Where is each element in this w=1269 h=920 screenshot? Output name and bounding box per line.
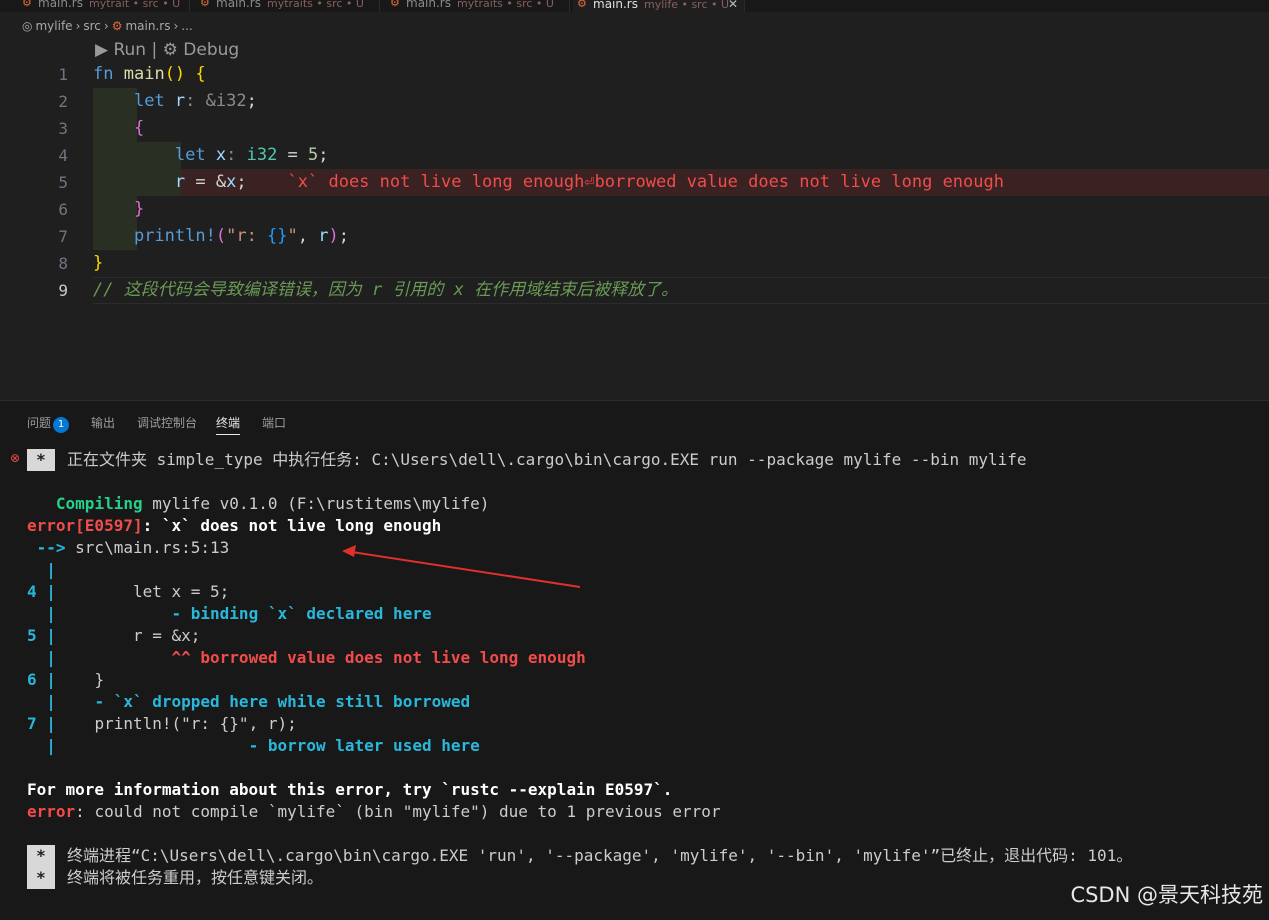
- tab-problems[interactable]: 问题 1: [27, 415, 70, 433]
- code-line[interactable]: {: [93, 115, 144, 142]
- code-line[interactable]: r = &x; `x` does not live long enough⏎bo…: [93, 169, 1004, 196]
- terminal-source-line: 4 | let x = 5;: [27, 582, 230, 601]
- code-line[interactable]: let r: &i32;: [93, 88, 257, 115]
- line-number: 6: [58, 200, 68, 219]
- line-number: 4: [58, 146, 68, 165]
- editor-tab[interactable]: ⚙ main.rs mytraits • src • U: [386, 0, 570, 12]
- breadcrumb-item[interactable]: ...: [181, 19, 192, 33]
- run-codelens[interactable]: Run: [113, 40, 146, 60]
- terminal-reuse-line: * 终端将被任务重用，按任意键关闭。: [27, 867, 323, 889]
- breadcrumb-item[interactable]: main.rs: [125, 19, 170, 33]
- code-line[interactable]: fn main() {: [93, 61, 206, 88]
- terminal-source-line: 5 | r = &x;: [27, 626, 201, 645]
- terminal-source-line: 6 | }: [27, 670, 105, 689]
- terminal-location-line: --> src\main.rs:5:13: [27, 538, 230, 557]
- terminal-note-line: | - borrow later used here: [27, 736, 480, 755]
- editor-tab[interactable]: ⚙ main.rs mytrait • src • U: [18, 0, 190, 12]
- terminal-source-line: 7 | println!("r: {}", r);: [27, 714, 297, 733]
- editor-tab-strip: ⚙ main.rs mytrait • src • U ⚙ main.rs mytrai…: [0, 0, 1269, 12]
- terminal-compiling-line: Compiling mylife v0.1.0 (F:\rustitems\my…: [55, 494, 490, 513]
- terminal-final-error: error: could not compile `mylife` (bin "…: [27, 802, 721, 821]
- tab-ports[interactable]: 端口: [262, 415, 286, 431]
- line-number: 2: [58, 92, 68, 111]
- code-comment[interactable]: // 这段代码会导致编译错误，因为 r 引用的 x 在作用域结束后被释放了。: [93, 277, 678, 304]
- breadcrumb-item[interactable]: src: [83, 19, 101, 33]
- gear-icon: ⚙: [162, 40, 178, 60]
- line-number: 9: [58, 281, 68, 300]
- terminal-more-info: For more information about this error, t…: [27, 780, 673, 799]
- close-icon[interactable]: ✕: [728, 0, 738, 11]
- terminal-error-line: error[E0597]: `x` does not live long eno…: [27, 516, 442, 535]
- rust-file-icon: ⚙: [22, 0, 32, 9]
- terminal-exit-line: * 终端进程“C:\Users\dell\.cargo\bin\cargo.EXE…: [27, 845, 1132, 867]
- terminal-note-line: | - binding `x` declared here: [27, 604, 432, 623]
- chevron-right-icon: ›: [75, 19, 81, 33]
- tab-output[interactable]: 输出: [91, 415, 115, 431]
- code-line[interactable]: let x: i32 = 5;: [93, 142, 329, 169]
- editor-tab[interactable]: ⚙ main.rs mytraits • src • U: [196, 0, 380, 12]
- rust-file-icon: ⚙: [200, 0, 210, 9]
- debug-codelens[interactable]: Debug: [183, 40, 239, 60]
- line-number: 5: [58, 173, 68, 192]
- tab-debug-console[interactable]: 调试控制台: [137, 415, 197, 431]
- editor-tab-active[interactable]: ⚙ main.rs mylife • src • U ✕: [573, 0, 745, 12]
- error-circle-icon: ⊗: [10, 451, 21, 465]
- line-number: 1: [58, 65, 68, 84]
- code-line[interactable]: }: [93, 196, 144, 223]
- problems-count-badge: 1: [53, 417, 70, 433]
- line-number: 8: [58, 254, 68, 273]
- terminal-gutter: |: [27, 560, 56, 579]
- watermark: CSDN @景天科技苑: [1070, 883, 1263, 907]
- folder-icon: ◎: [22, 19, 33, 33]
- terminal-task-line: * 正在文件夹 simple_type 中执行任务: C:\Users\dell\…: [27, 449, 1027, 471]
- play-icon: ▶: [95, 40, 109, 60]
- inline-error-message: `x` does not live long enough⏎borrowed v…: [287, 172, 1004, 192]
- breadcrumb: ◎ mylife › src › ⚙ main.rs ›...: [22, 17, 196, 35]
- line-number: 3: [58, 119, 68, 138]
- codelens: ▶ Run | ⚙ Debug: [95, 40, 240, 60]
- code-line[interactable]: }: [93, 250, 103, 277]
- rust-file-icon: ⚙: [577, 0, 587, 10]
- code-line[interactable]: println!("r: {}", r);: [93, 223, 349, 250]
- chevron-right-icon: ›: [173, 19, 179, 33]
- terminal-note-line: | - `x` dropped here while still borrowe…: [27, 692, 471, 711]
- breadcrumb-item[interactable]: mylife: [35, 19, 72, 33]
- tab-terminal[interactable]: 终端: [216, 415, 241, 435]
- rust-file-icon: ⚙: [390, 0, 400, 9]
- terminal-note-line: | ^^ borrowed value does not live long e…: [27, 648, 586, 667]
- chevron-right-icon: ›: [103, 19, 109, 33]
- line-number: 7: [58, 227, 68, 246]
- rust-file-icon: ⚙: [111, 19, 123, 33]
